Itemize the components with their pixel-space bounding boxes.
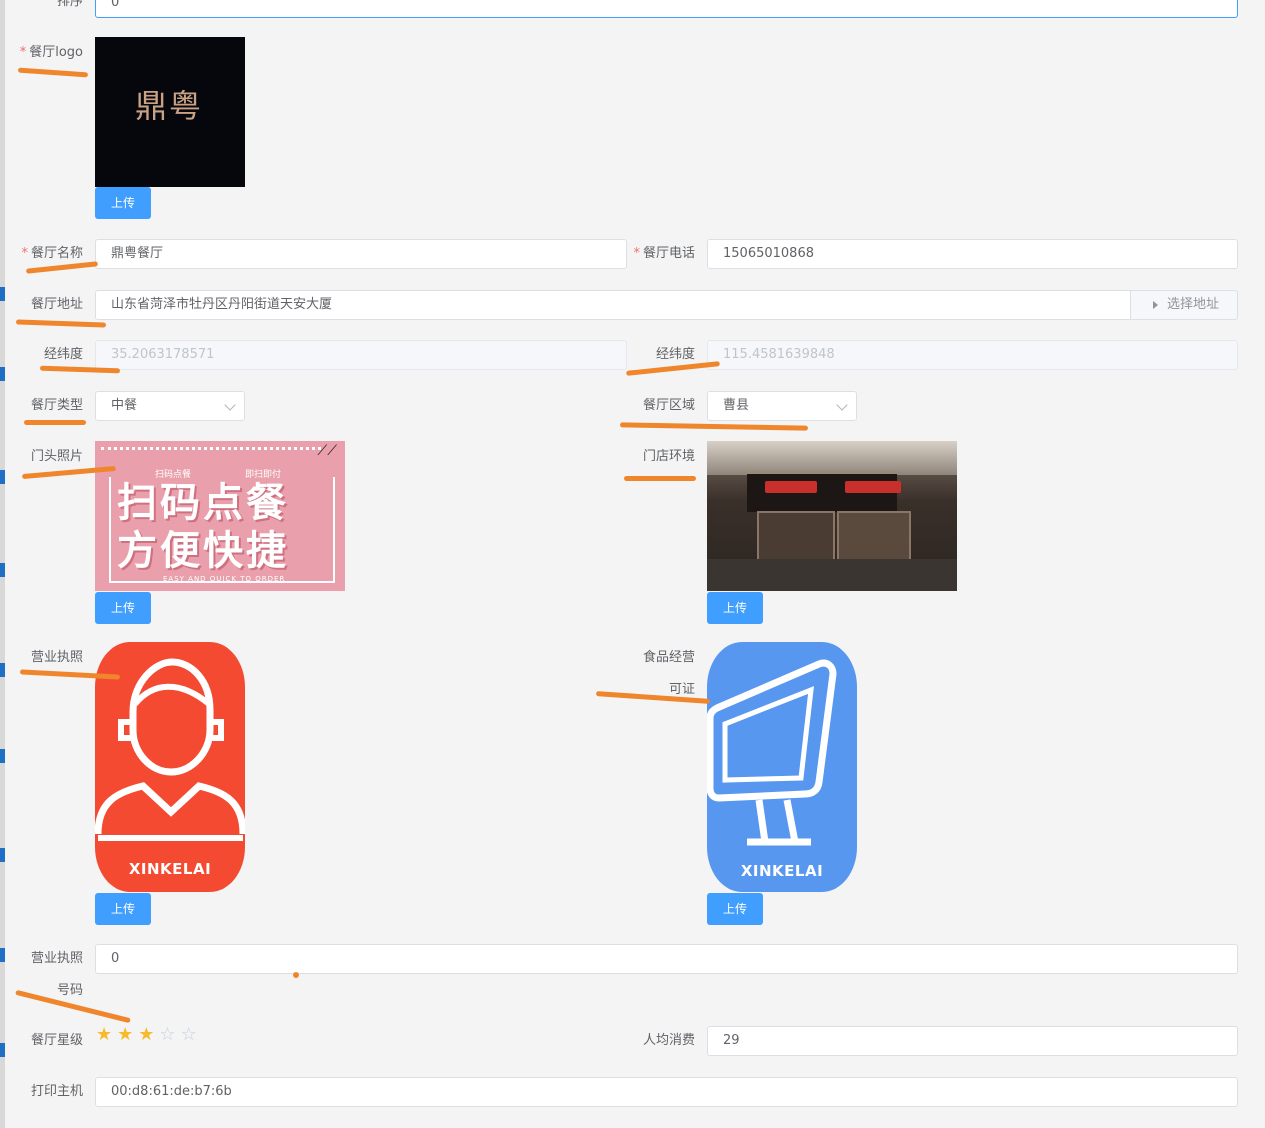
printer-input[interactable]: 00:d8:61:de:b7:6b (95, 1077, 1238, 1107)
region-select[interactable]: 曹县 (707, 391, 857, 421)
select-address-button[interactable]: 选择地址 (1130, 290, 1238, 320)
storefront-small-left: 扫码点餐 (155, 470, 192, 480)
storefront-image: ⟋⟋ 扫码点餐 即扫即付 扫码点餐 方便快捷 EASY AND QUICK TO… (95, 441, 345, 591)
latitude-label: 经纬度 (43, 347, 83, 362)
logo-upload-button[interactable]: 上传 (95, 187, 151, 219)
star-icon[interactable]: ★ (138, 1024, 159, 1045)
license-number-label-1: 营业执照 (30, 951, 83, 966)
phone-label: * 餐厅电话 (633, 246, 695, 261)
star-rating[interactable]: ★★★☆☆ (96, 1026, 202, 1044)
star-icon[interactable]: ☆ (181, 1024, 202, 1045)
zigzag-icon: ⟋⟋ (317, 443, 337, 459)
logo-text: 鼎粤 (135, 87, 204, 125)
star-icon[interactable]: ★ (96, 1024, 117, 1045)
kiosk-icon (707, 659, 837, 846)
storefront-line1: 扫码点餐 (117, 480, 289, 526)
annotation-stroke (24, 420, 86, 425)
chevron-down-icon (224, 399, 236, 411)
storefront-small-right: 即扫即付 (245, 470, 282, 480)
printer-label: 打印主机 (30, 1084, 83, 1099)
address-input[interactable]: 山东省菏泽市牡丹区丹阳街道天安大厦 (95, 290, 1131, 320)
name-input[interactable]: 鼎粤餐厅 (95, 239, 627, 269)
food-license-upload-button[interactable]: 上传 (707, 893, 763, 925)
environment-image (707, 441, 957, 591)
name-label: * 餐厅名称 (21, 246, 83, 261)
logo-image: 鼎粤 (95, 37, 245, 187)
license-upload-button[interactable]: 上传 (95, 893, 151, 925)
sort-label: 排序 (56, 0, 83, 9)
star-icon[interactable]: ☆ (159, 1024, 180, 1045)
address-label: 餐厅地址 (30, 297, 83, 312)
star-icon[interactable]: ★ (117, 1024, 138, 1045)
type-label: 餐厅类型 (30, 398, 83, 413)
latitude-input: 35.2063178571 (95, 340, 627, 370)
logo-label: * 餐厅logo (19, 45, 83, 60)
phone-input[interactable]: 15065010868 (707, 239, 1238, 269)
rating-label: 餐厅星级 (30, 1033, 83, 1048)
longitude-input: 115.4581639848 (707, 340, 1238, 370)
annotation-stroke (624, 476, 696, 481)
chevron-down-icon (836, 399, 848, 411)
license-label: 营业执照 (30, 650, 83, 665)
annotation-stroke (15, 319, 107, 328)
longitude-label: 经纬度 (655, 347, 695, 362)
storefront-bottom-text: EASY AND QUICK TO ORDER (163, 575, 286, 583)
annotation-stroke (619, 422, 809, 431)
type-select[interactable]: 中餐 (95, 391, 245, 421)
environment-upload-button[interactable]: 上传 (707, 592, 763, 624)
license-number-input[interactable]: 0 (95, 944, 1238, 974)
region-label: 餐厅区域 (642, 398, 695, 413)
storefront-line2: 方便快捷 (117, 528, 289, 574)
annotation-stroke (17, 67, 89, 78)
food-license-brand-text: XINKELAI (740, 862, 824, 880)
environment-label: 门店环境 (642, 449, 695, 464)
license-brand-text: XINKELAI (128, 860, 212, 878)
food-license-image: XINKELAI (707, 642, 857, 892)
caret-right-icon (1153, 301, 1158, 309)
left-edge-strip (0, 0, 5, 1128)
food-license-label-1: 食品经营 (642, 650, 695, 665)
per-capita-label: 人均消费 (642, 1033, 695, 1048)
per-capita-input[interactable]: 29 (707, 1026, 1238, 1056)
storefront-label: 门头照片 (30, 449, 83, 464)
sort-input[interactable]: 0 (95, 0, 1238, 18)
annotation-dot (293, 972, 299, 978)
annotation-stroke (625, 361, 721, 376)
storefront-upload-button[interactable]: 上传 (95, 592, 151, 624)
annotation-stroke (25, 261, 99, 274)
